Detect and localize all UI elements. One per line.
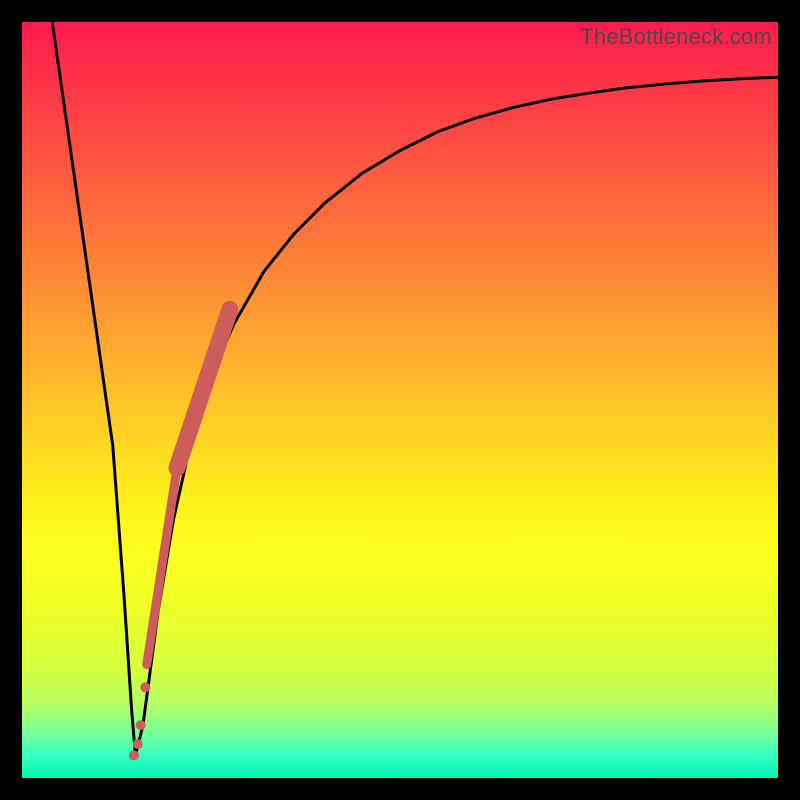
chart-frame: TheBottleneck.com: [0, 0, 800, 800]
highlight-dot: [129, 750, 139, 760]
highlight-dot: [140, 682, 150, 692]
plot-area: TheBottleneck.com: [22, 22, 778, 778]
chart-svg: [22, 22, 778, 778]
highlight-band-thick: [177, 309, 230, 468]
highlight-dot: [136, 720, 146, 730]
bottleneck-curve: [52, 22, 778, 755]
highlight-dot: [133, 739, 143, 749]
highlight-band-thin: [147, 468, 177, 665]
watermark-text: TheBottleneck.com: [580, 24, 772, 50]
